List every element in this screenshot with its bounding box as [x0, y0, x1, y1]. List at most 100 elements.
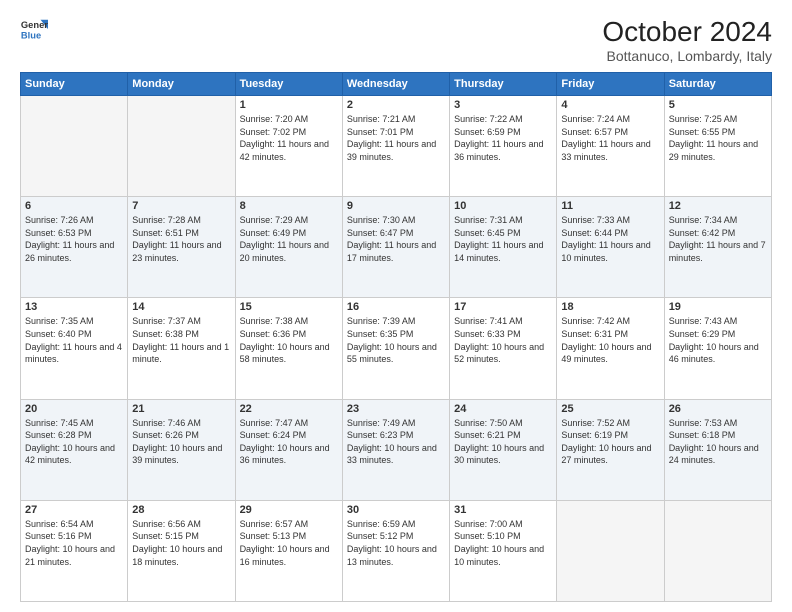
day-number: 23	[347, 403, 445, 415]
calendar-cell	[557, 500, 664, 601]
day-info: Sunrise: 7:53 AM Sunset: 6:18 PM Dayligh…	[669, 417, 767, 467]
day-number: 2	[347, 99, 445, 111]
calendar-cell: 15 Sunrise: 7:38 AM Sunset: 6:36 PM Dayli…	[235, 298, 342, 399]
day-info: Sunrise: 7:20 AM Sunset: 7:02 PM Dayligh…	[240, 113, 338, 163]
day-number: 24	[454, 403, 552, 415]
day-number: 29	[240, 504, 338, 516]
day-info: Sunrise: 7:50 AM Sunset: 6:21 PM Dayligh…	[454, 417, 552, 467]
week-row-3: 13 Sunrise: 7:35 AM Sunset: 6:40 PM Dayli…	[21, 298, 772, 399]
day-info: Sunrise: 7:39 AM Sunset: 6:35 PM Dayligh…	[347, 315, 445, 365]
calendar-cell: 6 Sunrise: 7:26 AM Sunset: 6:53 PM Daylig…	[21, 197, 128, 298]
calendar-cell: 7 Sunrise: 7:28 AM Sunset: 6:51 PM Daylig…	[128, 197, 235, 298]
day-info: Sunrise: 6:59 AM Sunset: 5:12 PM Dayligh…	[347, 518, 445, 568]
day-number: 11	[561, 200, 659, 212]
calendar-cell: 5Sunrise: 7:25 AM Sunset: 6:55 PM Daylig…	[664, 96, 771, 197]
calendar-cell: 2 Sunrise: 7:21 AM Sunset: 7:01 PM Daylig…	[342, 96, 449, 197]
svg-text:Blue: Blue	[21, 30, 41, 40]
day-info: Sunrise: 7:22 AM Sunset: 6:59 PM Dayligh…	[454, 113, 552, 163]
day-number: 28	[132, 504, 230, 516]
calendar-cell: 24 Sunrise: 7:50 AM Sunset: 6:21 PM Dayli…	[450, 399, 557, 500]
calendar-cell: 27 Sunrise: 6:54 AM Sunset: 5:16 PM Dayli…	[21, 500, 128, 601]
day-number: 19	[669, 301, 767, 313]
day-number: 26	[669, 403, 767, 415]
calendar-cell: 9Sunrise: 7:30 AM Sunset: 6:47 PM Daylig…	[342, 197, 449, 298]
calendar-cell: 20 Sunrise: 7:45 AM Sunset: 6:28 PM Dayli…	[21, 399, 128, 500]
calendar-cell: 8 Sunrise: 7:29 AM Sunset: 6:49 PM Daylig…	[235, 197, 342, 298]
day-number: 3	[454, 99, 552, 111]
calendar-body: 1 Sunrise: 7:20 AM Sunset: 7:02 PM Daylig…	[21, 96, 772, 602]
day-number: 27	[25, 504, 123, 516]
day-number: 6	[25, 200, 123, 212]
calendar-table: SundayMondayTuesdayWednesdayThursdayFrid…	[20, 72, 772, 602]
calendar-cell: 4Sunrise: 7:24 AM Sunset: 6:57 PM Daylig…	[557, 96, 664, 197]
day-info: Sunrise: 7:38 AM Sunset: 6:36 PM Dayligh…	[240, 315, 338, 365]
day-info: Sunrise: 7:00 AM Sunset: 5:10 PM Dayligh…	[454, 518, 552, 568]
day-info: Sunrise: 7:21 AM Sunset: 7:01 PM Dayligh…	[347, 113, 445, 163]
calendar-cell: 1 Sunrise: 7:20 AM Sunset: 7:02 PM Daylig…	[235, 96, 342, 197]
week-row-2: 6 Sunrise: 7:26 AM Sunset: 6:53 PM Daylig…	[21, 197, 772, 298]
calendar-cell: 23 Sunrise: 7:49 AM Sunset: 6:23 PM Dayli…	[342, 399, 449, 500]
calendar-cell: 25Sunrise: 7:52 AM Sunset: 6:19 PM Dayli…	[557, 399, 664, 500]
svg-text:General: General	[21, 20, 48, 30]
weekday-header-sunday: Sunday	[21, 73, 128, 96]
calendar-cell	[128, 96, 235, 197]
day-info: Sunrise: 7:34 AM Sunset: 6:42 PM Dayligh…	[669, 214, 767, 264]
day-info: Sunrise: 7:30 AM Sunset: 6:47 PM Dayligh…	[347, 214, 445, 264]
day-info: Sunrise: 7:31 AM Sunset: 6:45 PM Dayligh…	[454, 214, 552, 264]
calendar-cell: 18Sunrise: 7:42 AM Sunset: 6:31 PM Dayli…	[557, 298, 664, 399]
logo: General Blue	[20, 16, 48, 44]
week-row-1: 1 Sunrise: 7:20 AM Sunset: 7:02 PM Daylig…	[21, 96, 772, 197]
calendar-cell: 11Sunrise: 7:33 AM Sunset: 6:44 PM Dayli…	[557, 197, 664, 298]
day-info: Sunrise: 7:47 AM Sunset: 6:24 PM Dayligh…	[240, 417, 338, 467]
day-info: Sunrise: 7:49 AM Sunset: 6:23 PM Dayligh…	[347, 417, 445, 467]
day-info: Sunrise: 7:26 AM Sunset: 6:53 PM Dayligh…	[25, 214, 123, 264]
day-number: 31	[454, 504, 552, 516]
weekday-header-tuesday: Tuesday	[235, 73, 342, 96]
day-number: 7	[132, 200, 230, 212]
day-info: Sunrise: 7:35 AM Sunset: 6:40 PM Dayligh…	[25, 315, 123, 365]
day-info: Sunrise: 7:45 AM Sunset: 6:28 PM Dayligh…	[25, 417, 123, 467]
day-number: 17	[454, 301, 552, 313]
day-number: 20	[25, 403, 123, 415]
calendar-cell: 3 Sunrise: 7:22 AM Sunset: 6:59 PM Daylig…	[450, 96, 557, 197]
logo-icon: General Blue	[20, 16, 48, 44]
calendar-cell: 22 Sunrise: 7:47 AM Sunset: 6:24 PM Dayli…	[235, 399, 342, 500]
calendar-cell: 17 Sunrise: 7:41 AM Sunset: 6:33 PM Dayli…	[450, 298, 557, 399]
day-info: Sunrise: 7:41 AM Sunset: 6:33 PM Dayligh…	[454, 315, 552, 365]
day-number: 13	[25, 301, 123, 313]
day-number: 5	[669, 99, 767, 111]
weekday-header-thursday: Thursday	[450, 73, 557, 96]
day-number: 10	[454, 200, 552, 212]
month-title: October 2024	[602, 16, 772, 48]
day-number: 16	[347, 301, 445, 313]
day-number: 22	[240, 403, 338, 415]
day-number: 14	[132, 301, 230, 313]
calendar-cell: 29Sunrise: 6:57 AM Sunset: 5:13 PM Dayli…	[235, 500, 342, 601]
day-number: 8	[240, 200, 338, 212]
day-info: Sunrise: 6:54 AM Sunset: 5:16 PM Dayligh…	[25, 518, 123, 568]
calendar-cell: 28 Sunrise: 6:56 AM Sunset: 5:15 PM Dayli…	[128, 500, 235, 601]
header: General Blue October 2024 Bottanuco, Lom…	[20, 16, 772, 64]
calendar-cell	[664, 500, 771, 601]
week-row-4: 20 Sunrise: 7:45 AM Sunset: 6:28 PM Dayli…	[21, 399, 772, 500]
calendar-cell	[21, 96, 128, 197]
day-number: 15	[240, 301, 338, 313]
day-number: 30	[347, 504, 445, 516]
week-row-5: 27 Sunrise: 6:54 AM Sunset: 5:16 PM Dayli…	[21, 500, 772, 601]
weekday-header-saturday: Saturday	[664, 73, 771, 96]
day-info: Sunrise: 6:56 AM Sunset: 5:15 PM Dayligh…	[132, 518, 230, 568]
day-number: 12	[669, 200, 767, 212]
day-number: 21	[132, 403, 230, 415]
title-block: October 2024 Bottanuco, Lombardy, Italy	[602, 16, 772, 64]
weekday-header-friday: Friday	[557, 73, 664, 96]
weekday-header-row: SundayMondayTuesdayWednesdayThursdayFrid…	[21, 73, 772, 96]
day-info: Sunrise: 7:29 AM Sunset: 6:49 PM Dayligh…	[240, 214, 338, 264]
day-info: Sunrise: 7:42 AM Sunset: 6:31 PM Dayligh…	[561, 315, 659, 365]
calendar-cell: 14Sunrise: 7:37 AM Sunset: 6:38 PM Dayli…	[128, 298, 235, 399]
day-number: 1	[240, 99, 338, 111]
day-info: Sunrise: 7:28 AM Sunset: 6:51 PM Dayligh…	[132, 214, 230, 264]
weekday-header-wednesday: Wednesday	[342, 73, 449, 96]
day-number: 25	[561, 403, 659, 415]
day-info: Sunrise: 7:24 AM Sunset: 6:57 PM Dayligh…	[561, 113, 659, 163]
calendar-cell: 26 Sunrise: 7:53 AM Sunset: 6:18 PM Dayli…	[664, 399, 771, 500]
